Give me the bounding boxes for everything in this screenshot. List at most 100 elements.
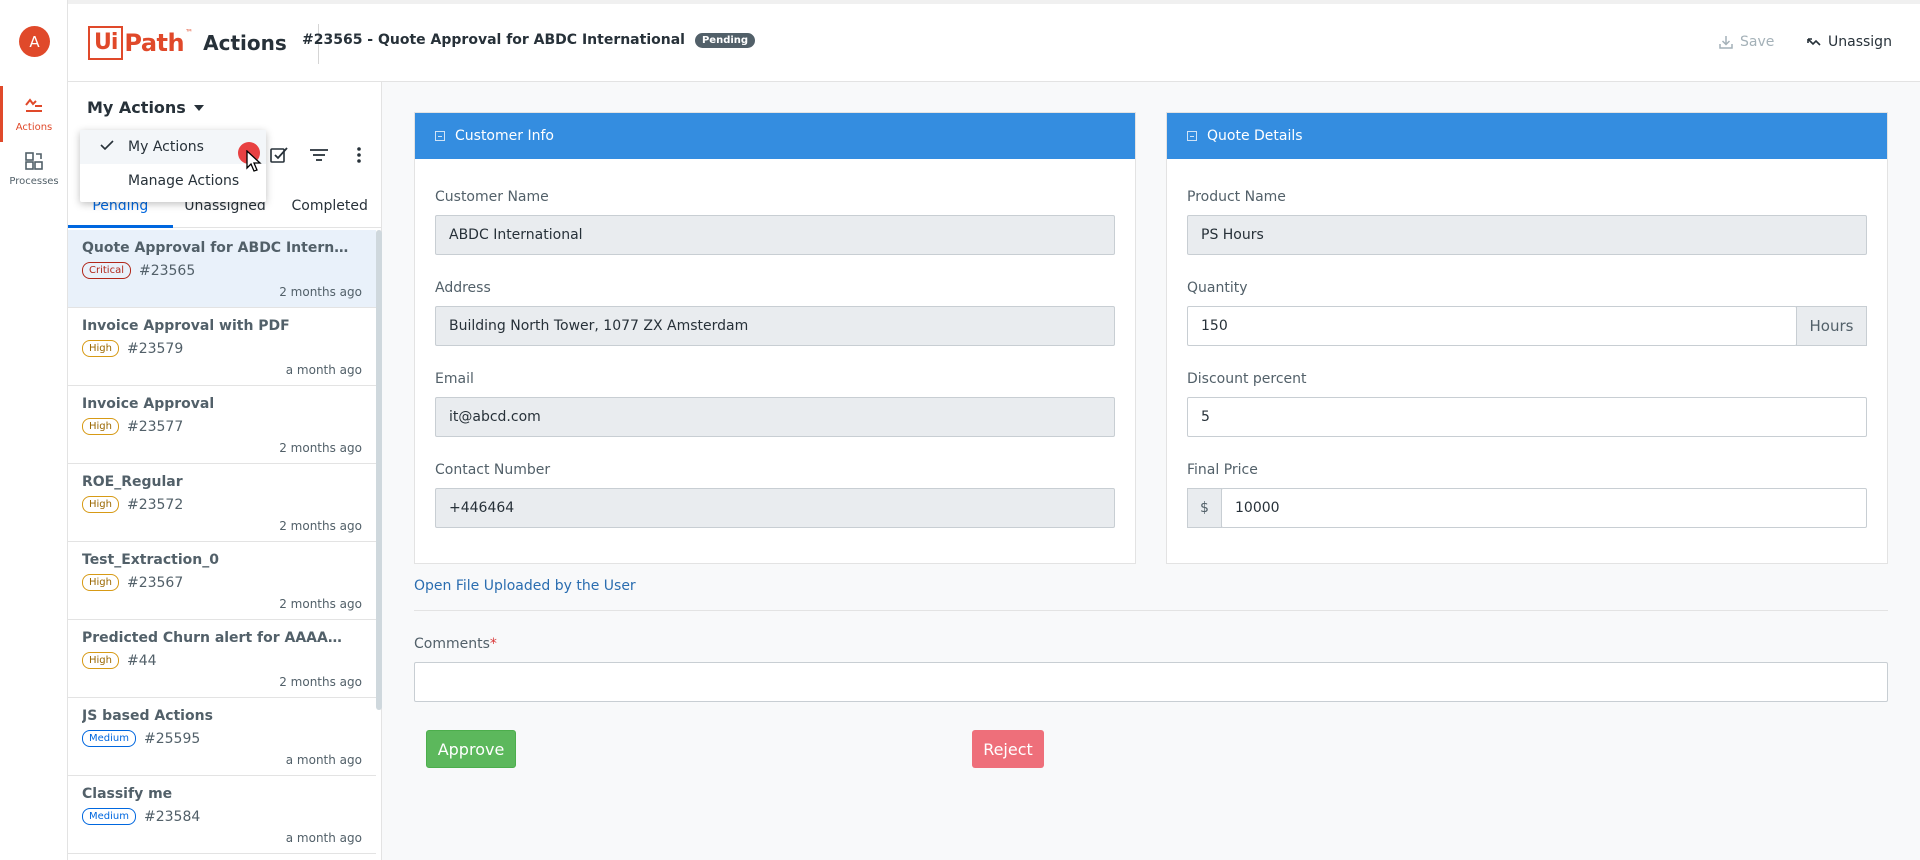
menu-item-my-actions[interactable]: My Actions: [80, 130, 266, 164]
customer-name-field: ABDC International: [435, 215, 1115, 255]
contact-number-field: +446464: [435, 488, 1115, 528]
final-price-label: Final Price: [1187, 462, 1258, 478]
product-name-label: Product Name: [1187, 189, 1286, 205]
rail-item-label: Processes: [9, 176, 59, 187]
actions-icon: [25, 98, 42, 112]
list-item-id: #23572: [126, 496, 184, 513]
priority-badge: High: [82, 418, 119, 435]
unassign-button[interactable]: Unassign: [1806, 34, 1892, 50]
product-name-field: PS Hours: [1187, 215, 1867, 255]
user-avatar[interactable]: A: [19, 26, 50, 57]
uipath-logo[interactable]: Ui Path ™ Actions: [88, 26, 287, 60]
menu-item-manage-actions[interactable]: Manage Actions: [80, 164, 266, 198]
page-title: #23565 - Quote Approval for ABDC Interna…: [302, 32, 685, 48]
priority-badge: High: [82, 652, 119, 669]
mouse-cursor-icon: [246, 150, 262, 172]
comments-label-text: Comments: [414, 636, 490, 652]
task-heading: #23565 - Quote Approval for ABDC Interna…: [302, 32, 756, 48]
list-item[interactable]: ROE_Regular High #23572 2 months ago: [68, 464, 376, 542]
list-item-title: Quote Approval for ABDC Internati...: [82, 240, 352, 256]
list-item-title: Test_Extraction_0: [82, 552, 219, 568]
list-item-id: #23567: [126, 574, 184, 591]
discount-percent-label: Discount percent: [1187, 371, 1307, 387]
final-price-input[interactable]: 10000: [1221, 488, 1867, 528]
customer-name-label: Customer Name: [435, 189, 549, 205]
list-item[interactable]: JS based Actions Medium #25595 a month a…: [68, 698, 376, 776]
list-item-time: 2 months ago: [279, 519, 362, 533]
list-item-id: #44: [126, 652, 157, 669]
caret-down-icon: [193, 104, 204, 111]
list-item-time: 2 months ago: [279, 675, 362, 689]
address-field: Building North Tower, 1077 ZX Amsterdam: [435, 306, 1115, 346]
comments-input[interactable]: [414, 662, 1888, 702]
customer-info-card: Customer Info Customer Name ABDC Interna…: [414, 112, 1136, 564]
view-selector-label: My Actions: [87, 98, 186, 117]
quantity-unit-addon: Hours: [1796, 306, 1867, 346]
list-item[interactable]: Predicted Churn alert for AAAAA | ... Hi…: [68, 620, 376, 698]
list-item[interactable]: Classify me Medium #23584 a month ago: [68, 776, 376, 854]
more-vertical-icon[interactable]: [348, 144, 370, 166]
comments-label: Comments*: [414, 636, 497, 652]
trend-arrow-icon: [1807, 38, 1821, 46]
save-button[interactable]: Save: [1718, 34, 1774, 50]
priority-badge: High: [82, 496, 119, 513]
tab-completed[interactable]: Completed: [277, 194, 382, 227]
list-item[interactable]: Test_Extraction_0 High #23567 2 months a…: [68, 542, 376, 620]
list-item-id: #23577: [126, 418, 184, 435]
processes-icon: [25, 152, 43, 170]
priority-badge: Medium: [82, 808, 136, 825]
address-label: Address: [435, 280, 491, 296]
open-file-link[interactable]: Open File Uploaded by the User: [414, 578, 636, 594]
collapse-icon[interactable]: [1187, 131, 1197, 141]
customer-info-header[interactable]: Customer Info: [415, 113, 1135, 159]
menu-item-label: My Actions: [128, 139, 204, 155]
checkmark-icon: [100, 140, 114, 150]
logo-product-name: Actions: [203, 31, 287, 55]
list-item[interactable]: Quote Approval for ABDC Internati... Cri…: [68, 230, 376, 308]
filter-icon[interactable]: [308, 144, 330, 166]
list-item-time: 2 months ago: [279, 597, 362, 611]
list-item-title: Classify me: [82, 786, 173, 802]
discount-percent-input[interactable]: 5: [1187, 397, 1867, 437]
section-divider: [414, 610, 1888, 611]
save-label: Save: [1740, 34, 1775, 50]
list-item-time: 2 months ago: [279, 285, 362, 299]
menu-item-label: Manage Actions: [128, 173, 240, 189]
list-item[interactable]: Invoice Approval High #23577 2 months ag…: [68, 386, 376, 464]
email-field: it@abcd.com: [435, 397, 1115, 437]
card-title: Quote Details: [1207, 128, 1303, 144]
list-item-title: JS based Actions: [82, 708, 213, 724]
list-item-time: 2 months ago: [279, 441, 362, 455]
rail-item-actions[interactable]: Actions: [0, 86, 68, 142]
approve-button[interactable]: Approve: [426, 730, 516, 768]
reject-button[interactable]: Reject: [972, 730, 1044, 768]
list-item-title: ROE_Regular: [82, 474, 183, 490]
select-check-icon[interactable]: [268, 144, 290, 166]
download-icon: [1719, 36, 1733, 49]
priority-badge: Critical: [82, 262, 131, 279]
priority-badge: High: [82, 340, 119, 357]
list-item-time: a month ago: [285, 831, 362, 845]
quote-details-header[interactable]: Quote Details: [1167, 113, 1887, 159]
unassign-label: Unassign: [1828, 34, 1892, 50]
quantity-label: Quantity: [1187, 280, 1248, 296]
logo-path-text: Path: [124, 29, 185, 57]
list-item-id: #23584: [144, 808, 201, 825]
list-item-title: Invoice Approval with PDF: [82, 318, 290, 334]
collapse-icon[interactable]: [435, 131, 445, 141]
view-selector[interactable]: My Actions: [87, 98, 204, 117]
list-item-title: Predicted Churn alert for AAAAA | ...: [82, 630, 352, 646]
logo-ui-mark: Ui: [88, 26, 124, 60]
quote-details-card: Quote Details Product Name PS Hours Quan…: [1166, 112, 1888, 564]
email-label: Email: [435, 371, 474, 387]
required-mark: *: [489, 636, 497, 652]
app-header: Ui Path ™ Actions #23565 - Quote Approva…: [68, 0, 1920, 82]
priority-badge: Medium: [82, 730, 136, 747]
list-item[interactable]: Invoice Approval with PDF High #23579 a …: [68, 308, 376, 386]
status-badge: Pending: [694, 32, 756, 48]
actions-list: Quote Approval for ABDC Internati... Cri…: [68, 230, 376, 854]
currency-addon: $: [1187, 488, 1222, 528]
main-form-area: Customer Info Customer Name ABDC Interna…: [382, 82, 1920, 860]
rail-item-processes[interactable]: Processes: [0, 150, 68, 187]
quantity-input[interactable]: 150: [1187, 306, 1797, 346]
